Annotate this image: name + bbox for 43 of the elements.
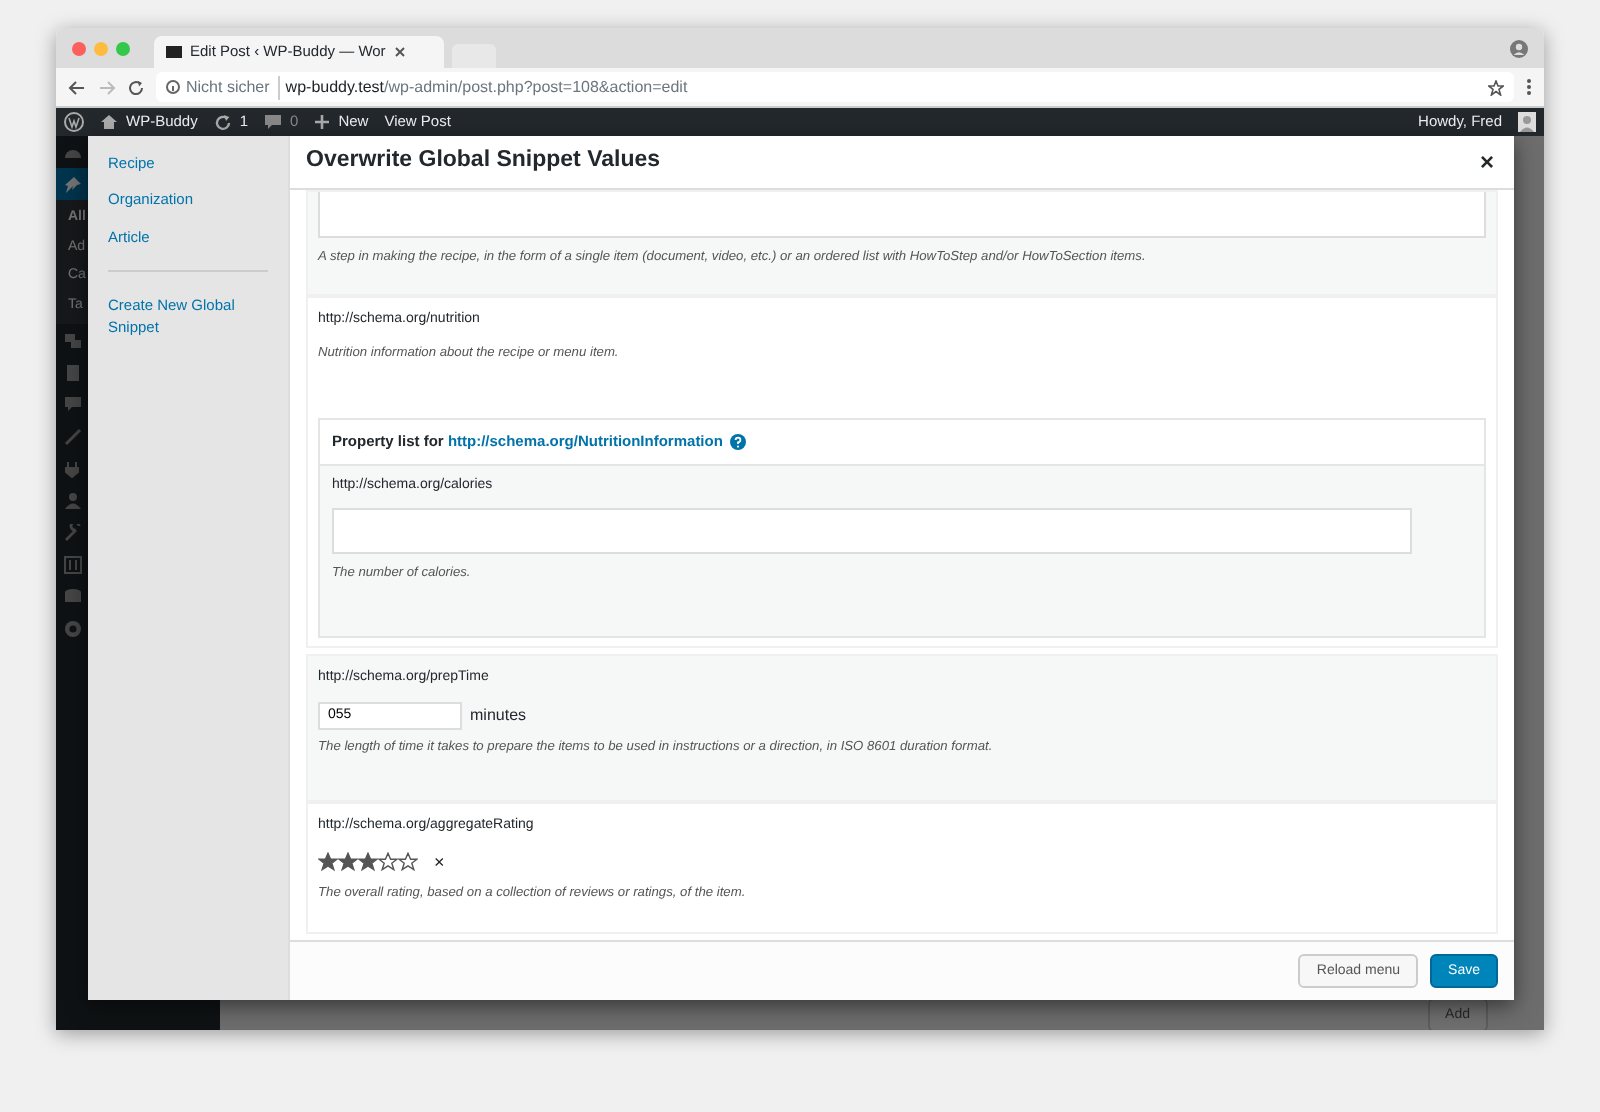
collapse-icon[interactable] xyxy=(64,619,82,637)
pages-icon[interactable] xyxy=(64,363,82,381)
close-icon[interactable] xyxy=(393,46,406,58)
media-icon[interactable] xyxy=(64,331,82,349)
security-label: Nicht sicher xyxy=(186,75,280,99)
site-icon xyxy=(166,44,182,60)
filled-star-icon[interactable] xyxy=(318,852,338,873)
wordpress-logo-icon[interactable] xyxy=(64,112,84,132)
menu-icon[interactable] xyxy=(1526,78,1532,96)
info-icon xyxy=(166,80,180,94)
reload-icon[interactable] xyxy=(128,79,144,95)
unit-label: minutes xyxy=(470,703,527,727)
url-text: wp-buddy.test/wp-admin/post.php?post=108&action=edit xyxy=(285,75,688,99)
wrench-icon[interactable] xyxy=(64,523,82,541)
clear-rating-button[interactable]: × xyxy=(434,849,445,876)
users-icon[interactable] xyxy=(64,491,82,509)
forward-icon[interactable] xyxy=(98,79,116,95)
text-area[interactable] xyxy=(318,192,1486,238)
close-button[interactable]: × xyxy=(1479,144,1494,180)
empty-star-icon[interactable] xyxy=(378,852,398,873)
text-area[interactable] xyxy=(332,508,1412,555)
settings-icon[interactable] xyxy=(64,555,82,573)
close-window-icon[interactable] xyxy=(72,41,86,55)
comment-icon[interactable] xyxy=(64,395,82,413)
maximize-window-icon[interactable] xyxy=(116,41,130,55)
filled-star-icon[interactable] xyxy=(358,852,378,873)
filled-star-icon[interactable] xyxy=(338,852,358,873)
refresh-icon xyxy=(213,113,232,131)
home-icon xyxy=(100,114,118,130)
profile-icon[interactable] xyxy=(1510,39,1528,57)
help-icon[interactable] xyxy=(730,434,747,451)
pin-icon[interactable] xyxy=(64,175,82,193)
plus-icon xyxy=(314,114,331,130)
empty-star-icon[interactable] xyxy=(398,852,418,873)
address-bar[interactable]: Nicht sicher wp-buddy.test/wp-admin/post.php?post=108&action=edit xyxy=(156,72,1514,102)
bookmark-star-icon[interactable] xyxy=(1488,79,1504,95)
back-icon[interactable] xyxy=(68,79,86,95)
comment-icon xyxy=(264,114,283,130)
modal-title: Overwrite Global Snippet Values xyxy=(306,148,661,176)
star-rating[interactable] xyxy=(318,852,418,873)
plugin-icon[interactable] xyxy=(64,459,82,477)
avatar-icon[interactable] xyxy=(1518,112,1536,132)
minimize-window-icon[interactable] xyxy=(94,41,108,55)
